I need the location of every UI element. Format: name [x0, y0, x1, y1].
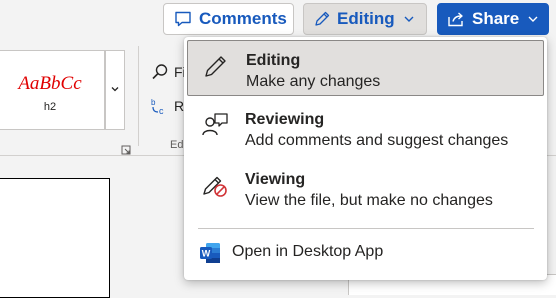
- styles-gallery[interactable]: AaBbCc h2: [0, 50, 105, 130]
- menu-divider: [198, 228, 534, 229]
- menu-item-reviewing[interactable]: Reviewing Add comments and suggest chang…: [187, 100, 544, 158]
- document-page[interactable]: [0, 178, 110, 298]
- pencil-icon: [202, 52, 230, 80]
- word-app-icon: W: [199, 242, 221, 264]
- pencil-icon: [313, 10, 331, 28]
- reviewing-icon: [201, 111, 229, 139]
- share-button[interactable]: Share: [437, 3, 549, 35]
- menu-item-title: Viewing: [245, 171, 306, 188]
- replace-label: R: [174, 98, 185, 114]
- chevron-down-icon: [403, 13, 415, 25]
- replace-button[interactable]: b c R: [150, 96, 184, 116]
- menu-item-description: View the file, but make no changes: [245, 192, 493, 209]
- menu-item-title: Editing: [246, 52, 301, 69]
- open-in-desktop-app-label: Open in Desktop App: [232, 243, 384, 260]
- style-name: h2: [43, 101, 57, 113]
- editing-mode-menu: Editing Make any changes Reviewing Add c…: [184, 37, 547, 280]
- share-icon: [447, 10, 465, 28]
- menu-item-description: Add comments and suggest changes: [245, 132, 509, 149]
- menu-item-viewing[interactable]: Viewing View the file, but make no chang…: [187, 160, 544, 218]
- svg-text:W: W: [202, 249, 211, 259]
- replace-icon: b c: [150, 96, 170, 116]
- comments-button[interactable]: Comments: [163, 3, 294, 35]
- share-label: Share: [472, 9, 520, 28]
- svg-text:c: c: [159, 106, 164, 116]
- command-bar: Comments Editing Share: [0, 0, 556, 40]
- ribbon-divider: [138, 46, 139, 146]
- find-button[interactable]: Fi: [150, 62, 186, 82]
- comments-label: Comments: [199, 9, 287, 28]
- svg-text:b: b: [151, 98, 156, 107]
- open-in-desktop-app-button[interactable]: W Open in Desktop App: [187, 234, 544, 272]
- style-sample-preview: AaBbCc: [18, 73, 82, 94]
- search-icon: [150, 62, 170, 82]
- menu-item-editing[interactable]: Editing Make any changes: [187, 40, 544, 96]
- editing-mode-label: Editing: [337, 9, 395, 28]
- comment-icon: [174, 10, 192, 28]
- dialog-launcher-icon[interactable]: [121, 142, 131, 155]
- styles-gallery-expand-button[interactable]: [105, 50, 125, 130]
- viewing-icon: [201, 171, 229, 199]
- chevron-down-icon: [527, 13, 539, 25]
- chevron-down-icon: [110, 81, 120, 99]
- menu-item-description: Make any changes: [246, 73, 381, 90]
- editing-mode-button[interactable]: Editing: [303, 3, 427, 35]
- menu-item-title: Reviewing: [245, 111, 325, 128]
